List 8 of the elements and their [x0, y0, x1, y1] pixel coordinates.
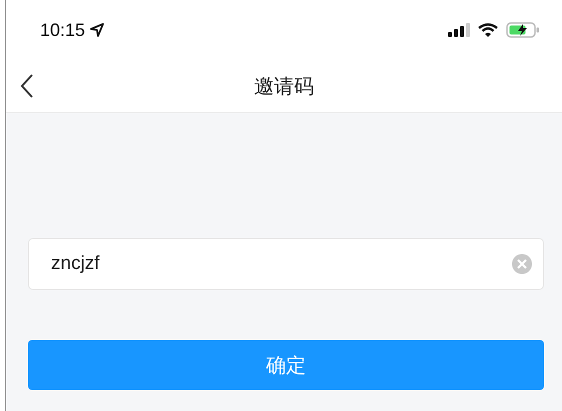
- wifi-icon: [478, 23, 498, 37]
- input-field[interactable]: zncjzf: [28, 238, 544, 290]
- location-arrow-icon: [90, 23, 104, 37]
- back-icon[interactable]: [20, 73, 34, 99]
- signal-icon: [448, 23, 470, 37]
- battery-charging-icon: [506, 22, 540, 38]
- status-time: 10:15: [40, 20, 86, 40]
- page-title: 邀请码: [254, 72, 314, 100]
